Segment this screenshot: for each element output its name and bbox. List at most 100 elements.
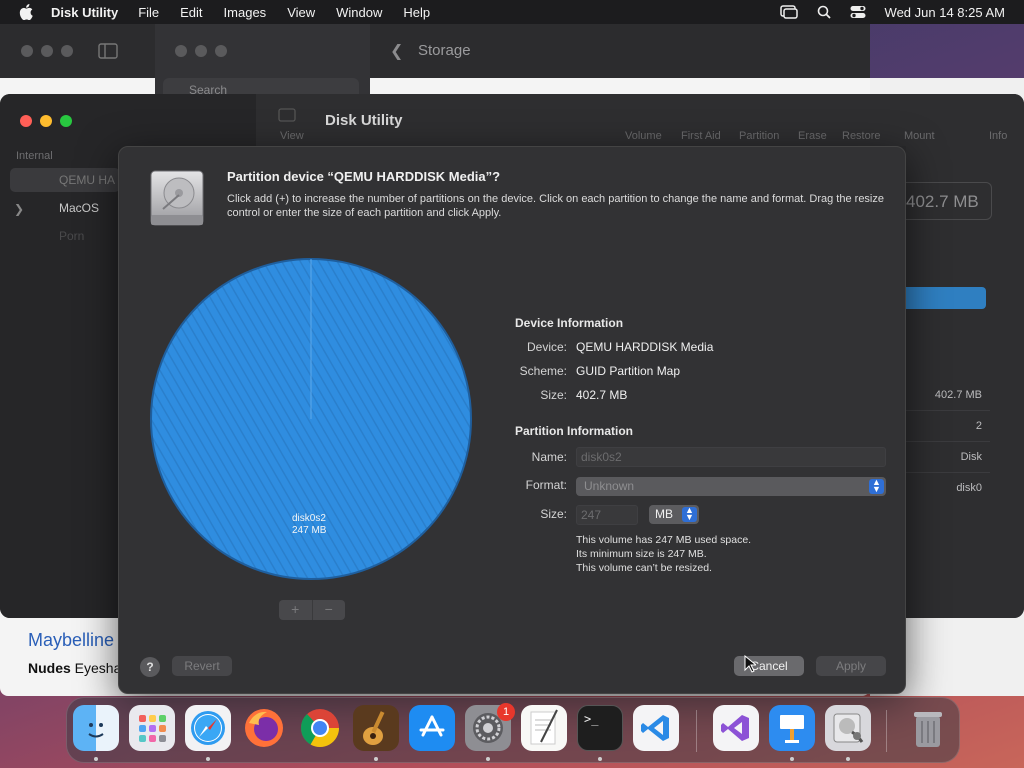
device-info-heading: Device Information xyxy=(515,316,624,330)
window-close-button[interactable] xyxy=(21,45,33,57)
window-zoom-button[interactable] xyxy=(61,45,73,57)
window-close-button[interactable] xyxy=(20,115,32,127)
volume-note-line: This volume can’t be resized. xyxy=(576,562,712,574)
disclosure-chevron-icon[interactable]: ❯ xyxy=(14,202,24,216)
info-divider xyxy=(906,410,990,411)
spotlight-search-icon[interactable] xyxy=(817,5,831,19)
visual-studio-icon[interactable] xyxy=(713,705,759,751)
toolbar-first-aid[interactable]: First Aid xyxy=(681,130,721,142)
format-value: Unknown xyxy=(584,479,635,493)
sidebar-section-internal: Internal xyxy=(16,150,53,162)
apple-menu-icon[interactable] xyxy=(19,4,35,20)
partition-size-field[interactable]: 247 xyxy=(576,505,638,525)
capacity-display: 402.7 MB xyxy=(906,182,992,220)
device-label: Device: xyxy=(526,340,567,354)
toolbar-restore[interactable]: Restore xyxy=(842,130,881,142)
scheme-label: Scheme: xyxy=(519,364,567,378)
menu-app-name[interactable]: Disk Utility xyxy=(51,5,118,20)
running-indicator xyxy=(206,757,210,761)
keynote-icon[interactable] xyxy=(769,705,815,751)
terminal-prompt-glyph: >_ xyxy=(584,712,599,726)
window-zoom-button[interactable] xyxy=(60,115,72,127)
info-type-value: Disk xyxy=(960,451,982,463)
sidebar-item-porn[interactable]: Porn xyxy=(59,229,84,243)
back-chevron-icon[interactable]: ❮ xyxy=(390,41,403,61)
help-button[interactable]: ? xyxy=(140,657,160,677)
format-select[interactable]: Unknown ▲ ▼ xyxy=(576,477,886,496)
web-subtext-rest: Eyesha xyxy=(70,660,122,676)
toolbar-info[interactable]: Info xyxy=(989,130,1007,142)
dock-separator xyxy=(696,710,697,752)
menu-images[interactable]: Images xyxy=(224,5,267,20)
running-indicator xyxy=(94,757,98,761)
running-indicator xyxy=(598,757,602,761)
device-value: QEMU HARDDISK Media xyxy=(576,340,714,354)
info-child-count-value: 2 xyxy=(975,420,982,432)
size-unit-value: MB xyxy=(655,507,673,521)
size-unit-select[interactable]: MB ▲ ▼ xyxy=(649,505,699,524)
safari-icon[interactable] xyxy=(185,705,231,751)
textedit-icon[interactable] xyxy=(521,705,567,751)
sidebar-item-qemu[interactable]: QEMU HA xyxy=(10,168,120,192)
window-minimize-button[interactable] xyxy=(41,45,53,57)
running-indicator xyxy=(790,757,794,761)
apply-button[interactable]: Apply xyxy=(816,656,886,676)
updown-chevron-icon: ▲ ▼ xyxy=(869,478,884,494)
mouse-cursor-icon xyxy=(744,654,758,678)
sidebar-toggle-icon[interactable] xyxy=(98,43,118,64)
trash-icon[interactable] xyxy=(905,705,951,751)
revert-button[interactable]: Revert xyxy=(172,656,232,676)
toolbar-partition[interactable]: Partition xyxy=(739,130,779,142)
menu-window[interactable]: Window xyxy=(336,5,382,20)
partition-size-value: 247 xyxy=(581,508,602,522)
add-partition-button[interactable]: + xyxy=(279,600,312,620)
web-heading[interactable]: Maybelline xyxy=(28,630,114,651)
usage-bar xyxy=(906,287,986,309)
app-store-icon[interactable] xyxy=(409,705,455,751)
launchpad-icon[interactable] xyxy=(129,705,175,751)
browser-titlebar: ❮ Storage + xyxy=(0,24,870,94)
screen-mirroring-icon[interactable] xyxy=(779,5,798,19)
window-close-button[interactable] xyxy=(175,45,187,57)
garageband-icon[interactable] xyxy=(353,705,399,751)
vscode-icon[interactable] xyxy=(633,705,679,751)
window-minimize-button[interactable] xyxy=(40,115,52,127)
disk-utility-icon[interactable] xyxy=(825,705,871,751)
toolbar-view-label: View xyxy=(280,130,304,142)
toolbar-erase[interactable]: Erase xyxy=(798,130,827,142)
partition-add-remove-control: + − xyxy=(279,600,345,620)
window-title: Disk Utility xyxy=(325,112,403,129)
partition-name-field[interactable]: disk0s2 xyxy=(576,447,886,467)
partition-slice-label: disk0s2 247 MB xyxy=(292,513,326,537)
partition-sheet: Partition device “QEMU HARDDISK Media”? … xyxy=(118,146,906,694)
device-size-label: Size: xyxy=(540,388,567,402)
window-zoom-button[interactable] xyxy=(215,45,227,57)
chrome-icon[interactable] xyxy=(297,705,343,751)
info-divider xyxy=(906,472,990,473)
sidebar-item-label: QEMU HA xyxy=(59,173,116,187)
menu-clock[interactable]: Wed Jun 14 8:25 AM xyxy=(885,5,1005,20)
view-toggle-icon[interactable] xyxy=(278,108,296,127)
notification-badge: 1 xyxy=(497,703,515,721)
running-indicator xyxy=(374,757,378,761)
volume-note: This volume has 247 MB used space. Its m… xyxy=(576,533,751,575)
window-minimize-button[interactable] xyxy=(195,45,207,57)
terminal-icon[interactable]: >_ xyxy=(577,705,623,751)
sidebar-item-macos[interactable]: MacOS xyxy=(59,201,99,215)
finder-icon[interactable] xyxy=(73,705,119,751)
menu-file[interactable]: File xyxy=(138,5,159,20)
remove-partition-button[interactable]: − xyxy=(313,600,346,620)
slice-size: 247 MB xyxy=(292,525,327,536)
menu-help[interactable]: Help xyxy=(403,5,430,20)
menu-view[interactable]: View xyxy=(287,5,315,20)
firefox-icon[interactable] xyxy=(241,705,287,751)
toolbar-volume[interactable]: Volume xyxy=(625,130,662,142)
menu-edit[interactable]: Edit xyxy=(180,5,202,20)
control-center-icon[interactable] xyxy=(850,5,866,19)
info-divider xyxy=(906,441,990,442)
menu-bar: Disk Utility File Edit Images View Windo… xyxy=(0,0,1024,24)
device-size-value: 402.7 MB xyxy=(576,388,628,402)
toolbar-mount[interactable]: Mount xyxy=(904,130,935,142)
storage-title: Storage xyxy=(418,42,471,59)
scheme-value: GUID Partition Map xyxy=(576,364,681,378)
